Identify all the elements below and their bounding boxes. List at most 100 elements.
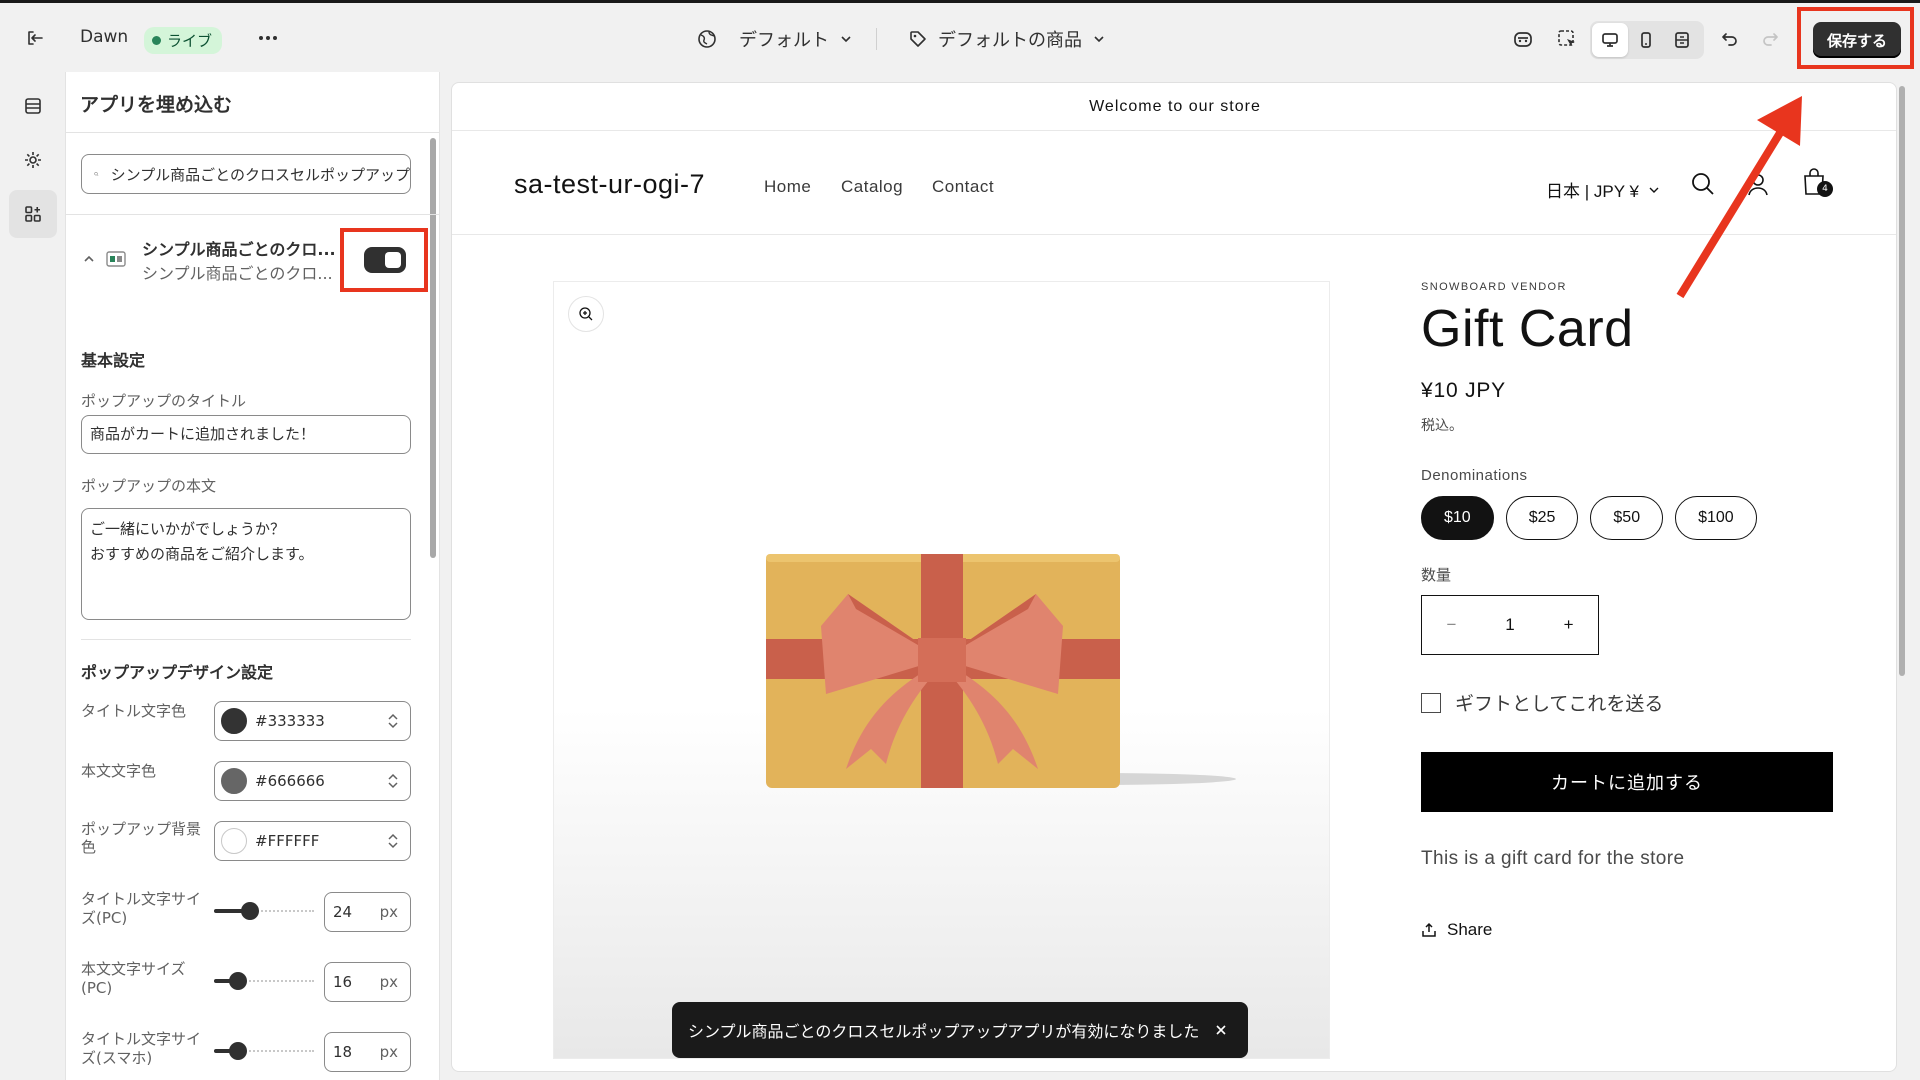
editor-topbar: Dawn ライブ デフォルト デフォルトの商品 保存する	[0, 0, 1920, 72]
nav-link-catalog[interactable]: Catalog	[841, 177, 903, 197]
product-info: SNOWBOARD VENDOR Gift Card ¥10 JPY 税込。 D…	[1421, 281, 1841, 940]
undo-icon[interactable]	[1712, 21, 1748, 57]
option-label: Denominations	[1421, 467, 1528, 484]
product-title: Gift Card	[1421, 300, 1634, 358]
quantity-value[interactable]: 1	[1505, 615, 1514, 635]
color-swatch[interactable]	[221, 768, 247, 794]
gift-checkbox-row[interactable]: ギフトとしてこれを送る	[1421, 689, 1841, 716]
viewport-switcher	[1590, 21, 1704, 59]
background-color-picker[interactable]: #FFFFFF	[214, 821, 411, 861]
slider-thumb[interactable]	[229, 1042, 247, 1060]
store-header: sa-test-ur-ogi-7 Home Catalog Contact 日本…	[452, 131, 1896, 235]
exit-icon[interactable]	[17, 20, 53, 56]
nav-link-home[interactable]: Home	[764, 177, 811, 197]
option-pill[interactable]: $100	[1675, 496, 1757, 540]
chevron-up-icon[interactable]	[82, 252, 96, 266]
panel-title: アプリを埋め込む	[80, 94, 233, 116]
app-block-icon	[106, 251, 126, 267]
nav-link-contact[interactable]: Contact	[932, 177, 994, 197]
product-description: This is a gift card for the store	[1421, 848, 1685, 869]
account-icon[interactable]	[1745, 171, 1771, 197]
inspector-icon[interactable]	[1549, 21, 1585, 57]
app-search-input[interactable]: シンプル商品ごとのクロスセルポップアップ	[81, 154, 411, 194]
close-icon[interactable]	[1215, 1024, 1227, 1036]
toast-message: シンプル商品ごとのクロスセルポップアップアプリが有効になりました	[688, 1022, 1200, 1041]
color-label: タイトル文字色	[81, 702, 187, 720]
globe-icon	[698, 30, 716, 48]
announcement-bar: Welcome to our store	[452, 83, 1896, 131]
zoom-icon[interactable]	[568, 296, 604, 332]
title-color-picker[interactable]: #333333	[214, 701, 411, 741]
theme-name: Dawn	[80, 27, 129, 47]
redo-icon[interactable]	[1752, 21, 1788, 57]
title-size-mobile-slider[interactable]	[214, 1041, 314, 1061]
body-size-pc-slider[interactable]	[214, 971, 314, 991]
minus-icon[interactable]: −	[1446, 615, 1456, 635]
number-unit: px	[379, 903, 398, 921]
slider-thumb[interactable]	[241, 902, 259, 920]
search-icon[interactable]	[1690, 171, 1716, 197]
preview-scrollbar[interactable]	[1899, 86, 1905, 676]
search-value: シンプル商品ごとのクロスセルポップアップ	[110, 165, 410, 184]
cart-count-badge: 4	[1817, 181, 1833, 197]
editor-rail	[0, 72, 66, 1080]
fullscreen-view-icon[interactable]	[1664, 23, 1700, 57]
design-settings-heading: ポップアップデザイン設定	[81, 663, 274, 682]
chevron-down-icon	[1649, 187, 1659, 193]
share-button[interactable]: Share	[1421, 920, 1841, 940]
section-divider	[66, 214, 439, 215]
title-size-mobile-input[interactable]: 18 px	[324, 1032, 411, 1072]
number-value: 24	[333, 903, 353, 921]
body-color-picker[interactable]: #666666	[214, 761, 411, 801]
toast-notification: シンプル商品ごとのクロスセルポップアップアプリが有効になりました	[672, 1002, 1248, 1058]
product-vendor: SNOWBOARD VENDOR	[1421, 281, 1567, 293]
chevron-updown-icon	[388, 833, 398, 849]
sidekick-icon[interactable]	[1505, 21, 1541, 57]
popup-title-label: ポップアップのタイトル	[81, 392, 247, 410]
gift-checkbox-label: ギフトとしてこれを送る	[1455, 694, 1664, 715]
chevron-updown-icon	[388, 713, 398, 729]
toggle-knob	[385, 252, 401, 268]
popup-body-line: ご一緒にいかがでしょうか？	[90, 520, 286, 538]
plus-icon[interactable]: +	[1564, 615, 1574, 635]
option-pill[interactable]: $10	[1421, 496, 1494, 540]
slider-thumb[interactable]	[229, 972, 247, 990]
locale-label: 日本 | JPY ¥	[1546, 182, 1639, 201]
option-pill[interactable]: $25	[1505, 496, 1579, 540]
slider-label: タイトル文字サイズ(PC)	[81, 890, 202, 927]
color-value: #333333	[255, 712, 325, 730]
popup-body-label: ポップアップの本文	[81, 477, 217, 495]
gift-card-image	[766, 554, 1236, 788]
mobile-view-icon[interactable]	[1628, 23, 1664, 57]
color-swatch[interactable]	[221, 828, 247, 854]
locale-selector[interactable]: 日本 | JPY ¥	[1546, 177, 1661, 202]
add-to-cart-button[interactable]: カートに追加する	[1421, 752, 1833, 812]
chevron-down-icon	[1094, 36, 1104, 43]
more-actions-icon[interactable]	[250, 20, 286, 56]
color-swatch[interactable]	[221, 708, 247, 734]
popup-body-line: おすすめの商品をご紹介します。	[90, 545, 314, 563]
save-button-highlight	[1797, 7, 1914, 69]
color-value: #666666	[255, 772, 325, 790]
title-size-pc-slider[interactable]	[214, 901, 314, 921]
popup-title-input[interactable]: 商品がカートに追加されました！	[81, 415, 411, 454]
product-dropdown[interactable]: デフォルトの商品	[908, 26, 1106, 52]
settings-gear-icon[interactable]	[9, 136, 57, 184]
app-embeds-icon[interactable]	[9, 190, 57, 238]
live-badge-label: ライブ	[167, 32, 213, 50]
desktop-view-icon[interactable]	[1592, 23, 1628, 57]
sections-icon[interactable]	[9, 82, 57, 130]
popup-body-textarea[interactable]: ご一緒にいかがでしょうか？ おすすめの商品をご紹介します。	[81, 508, 411, 620]
chevron-down-icon	[841, 36, 851, 43]
option-pill[interactable]: $50	[1590, 496, 1664, 540]
template-dropdown[interactable]: デフォルト	[697, 26, 853, 52]
quantity-stepper: − 1 +	[1421, 595, 1599, 655]
app-embed-toggle[interactable]	[364, 247, 406, 273]
gift-checkbox[interactable]	[1421, 692, 1441, 713]
store-logo[interactable]: sa-test-ur-ogi-7	[514, 169, 705, 200]
color-label: 本文文字色	[81, 762, 157, 780]
template-dropdown-label: デフォルト	[739, 30, 829, 51]
body-size-pc-input[interactable]: 16 px	[324, 962, 411, 1002]
title-size-pc-input[interactable]: 24 px	[324, 892, 411, 932]
panel-scrollbar[interactable]	[430, 138, 436, 558]
